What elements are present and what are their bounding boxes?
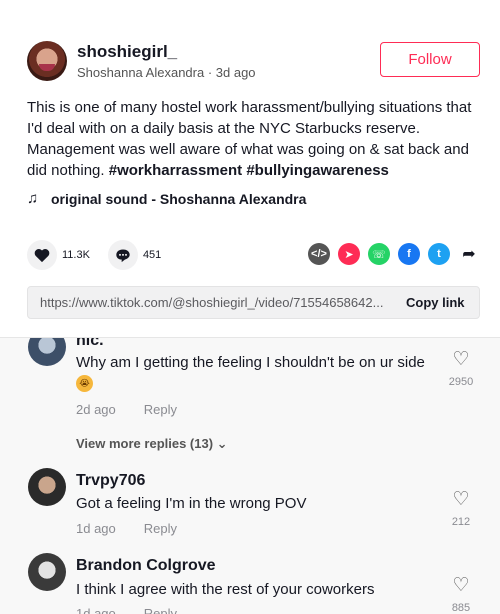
reply-button[interactable]: Reply	[144, 606, 177, 614]
whatsapp-icon[interactable]: ☏	[368, 243, 390, 265]
chevron-down-icon: ⌄	[216, 436, 228, 451]
comment-text: I think I agree with the rest of your co…	[76, 581, 375, 598]
video-url[interactable]: https://www.tiktok.com/@shoshiegirl_/vid…	[40, 295, 388, 310]
comment-avatar[interactable]	[28, 468, 66, 506]
heart-outline-icon: ♡	[452, 489, 470, 510]
comment-username[interactable]: Trvpy706	[76, 472, 145, 490]
follow-button[interactable]: Follow	[380, 42, 480, 77]
comment-button[interactable]	[107, 240, 138, 270]
comment-time: 1d ago	[76, 606, 116, 614]
author-avatar[interactable]	[27, 41, 67, 81]
music-note-icon: ♫	[27, 190, 39, 207]
comment-text: Why am I getting the feeling I shouldn't…	[76, 354, 425, 371]
comment-avatar[interactable]	[28, 553, 66, 591]
heart-outline-icon: ♡	[452, 575, 470, 596]
send-icon[interactable]: ➤	[338, 243, 360, 265]
heart-outline-icon: ♡	[452, 349, 470, 370]
comment-icon	[116, 249, 130, 262]
copy-link-box: https://www.tiktok.com/@shoshiegirl_/vid…	[27, 286, 480, 319]
share-icons: </> ➤ ☏ f t ➦	[308, 243, 488, 265]
comment-meta: 2d ago Reply	[76, 402, 177, 417]
comment-like[interactable]: ♡ 212	[446, 489, 476, 529]
share-arrow-icon[interactable]: ➦	[458, 243, 480, 265]
post-card: shoshiegirl_ Shoshanna Alexandra · 3d ag…	[0, 0, 500, 337]
view-more-label: View more replies (13)	[76, 436, 214, 451]
like-count: 11.3K	[62, 249, 90, 261]
action-bar: 11.3K 451	[27, 240, 179, 270]
comment-like-count: 885	[451, 602, 471, 614]
comment-meta: 1d ago Reply	[76, 521, 177, 536]
author-username[interactable]: shoshiegirl_	[77, 42, 177, 62]
like-button[interactable]	[27, 240, 57, 270]
comment-like-count: 2950	[448, 376, 474, 388]
comment-count: 451	[142, 249, 162, 261]
reply-button[interactable]: Reply	[144, 521, 177, 536]
comment-avatar[interactable]	[28, 338, 66, 366]
crying-emoji-icon: 😭	[76, 375, 93, 392]
comment-like[interactable]: ♡ 2950	[446, 349, 476, 389]
comment-meta: 1d ago Reply	[76, 606, 177, 614]
comment-text: Got a feeling I'm in the wrong POV	[76, 495, 307, 512]
author-subtitle: Shoshanna Alexandra · 3d ago	[77, 65, 256, 80]
view-more-replies[interactable]: View more replies (13) ⌄	[76, 436, 228, 452]
embed-icon[interactable]: </>	[308, 243, 330, 265]
music-link[interactable]: ♫ original sound - Shoshanna Alexandra	[27, 190, 306, 207]
twitter-icon[interactable]: t	[428, 243, 450, 265]
comment-time: 1d ago	[76, 521, 116, 536]
comment-time: 2d ago	[76, 402, 116, 417]
comment-username[interactable]: Brandon Colgrove	[76, 557, 216, 575]
music-title: original sound - Shoshanna Alexandra	[51, 190, 307, 207]
heart-icon	[34, 248, 50, 262]
comment-like-count: 212	[451, 516, 471, 528]
comments-section: nic. Why am I getting the feeling I shou…	[0, 337, 500, 614]
copy-link-button[interactable]: Copy link	[406, 295, 465, 310]
post-caption: This is one of many hostel work harassme…	[27, 97, 477, 181]
reply-button[interactable]: Reply	[144, 402, 177, 417]
comment-like[interactable]: ♡ 885	[446, 576, 476, 614]
caption-hashtags[interactable]: #workharrassment #bullyingawareness	[109, 162, 389, 179]
facebook-icon[interactable]: f	[398, 243, 420, 265]
comment-username[interactable]: nic.	[76, 338, 104, 350]
